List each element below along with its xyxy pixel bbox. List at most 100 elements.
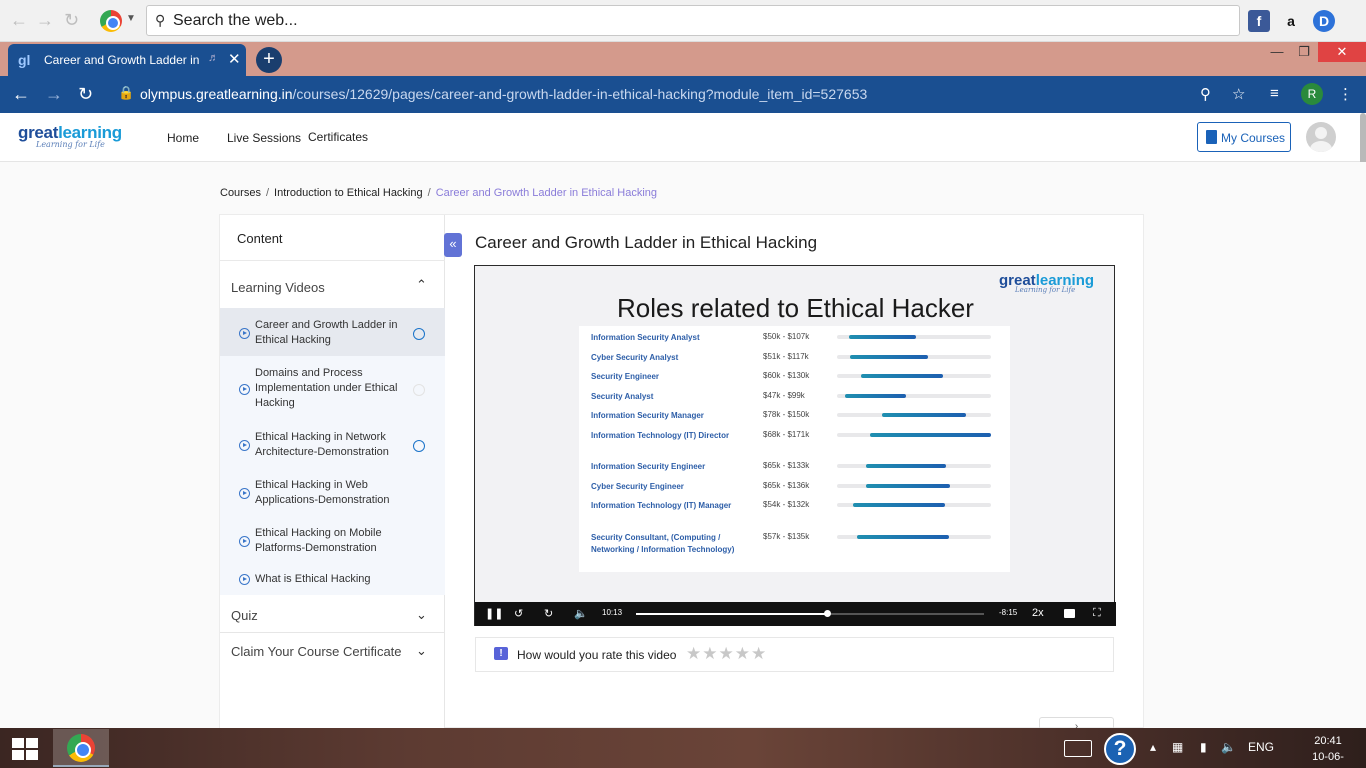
language-indicator[interactable]: ENG [1248, 740, 1274, 754]
back-icon[interactable]: ← [12, 84, 30, 105]
bookmark-star-icon[interactable]: ☆ [1232, 85, 1245, 103]
chevron-down-icon: ⌄ [416, 607, 427, 622]
salary-range: $54k - $132k [763, 500, 810, 509]
play-circle-icon [239, 440, 250, 451]
video-item[interactable]: Ethical Hacking in Network Architecture-… [220, 422, 445, 468]
salary-range: $47k - $99k [763, 391, 805, 400]
menu-kebab-icon[interactable]: ⋮ [1338, 85, 1353, 103]
video-item[interactable]: What is Ethical Hacking [220, 566, 445, 594]
video-item[interactable]: Career and Growth Ladder in Ethical Hack… [220, 308, 445, 356]
web-search-input[interactable]: ⚲ Search the web... [146, 5, 1240, 36]
reload-icon[interactable]: ↻ [78, 84, 93, 105]
section-certificate[interactable]: Claim Your Course Certificate ⌄ [220, 633, 445, 668]
volume-tray-icon[interactable]: 🔈 [1221, 740, 1236, 754]
user-avatar[interactable] [1306, 122, 1336, 152]
network-icon[interactable]: ▦ [1172, 740, 1183, 754]
nav-certificates[interactable]: Certificates [308, 130, 368, 144]
salary-track [837, 464, 991, 468]
rewind-icon[interactable]: ↺ [514, 607, 523, 620]
salary-bar [848, 335, 916, 339]
search-toolbar: ← → ↻ ▼ ⚲ Search the web... f a D [0, 0, 1366, 42]
video-title: Domains and Process Implementation under… [255, 367, 398, 409]
speed-button[interactable]: 2x [1032, 607, 1044, 619]
url-path: /courses/12629/pages/career-and-growth-l… [292, 86, 868, 102]
breadcrumb-course[interactable]: Introduction to Ethical Hacking [274, 187, 423, 199]
breadcrumb-courses[interactable]: Courses [220, 187, 261, 199]
forward-icon[interactable]: → [45, 84, 63, 105]
role-name: Information Technology (IT) Manager [591, 501, 732, 510]
salary-track [837, 394, 991, 398]
salary-bar [866, 484, 950, 488]
fullscreen-icon[interactable]: ⛶ [1093, 607, 1101, 620]
seek-handle[interactable] [824, 610, 832, 617]
seek-bar[interactable] [636, 610, 984, 617]
minimize-icon[interactable]: — [1262, 44, 1292, 59]
profile-avatar[interactable]: R [1301, 83, 1323, 105]
chrome-logo-icon[interactable] [100, 10, 122, 32]
reload-icon[interactable]: ↻ [64, 10, 79, 31]
salary-track [837, 355, 991, 359]
breadcrumb-separator: / [265, 187, 270, 199]
facebook-icon[interactable]: f [1248, 10, 1270, 32]
play-circle-icon [239, 574, 250, 585]
clock[interactable]: 20:41 10-06-2020 [1300, 733, 1356, 768]
video-item[interactable]: Domains and Process Implementation under… [220, 358, 445, 418]
rating-prompt: How would you rate this video [517, 648, 677, 662]
taskbar-chrome-button[interactable] [53, 729, 109, 767]
close-tab-icon[interactable]: ✕ [228, 50, 241, 68]
video-item[interactable]: Ethical Hacking in Web Applications-Demo… [220, 470, 445, 516]
section-label: Learning Videos [231, 280, 325, 295]
role-name: Security Engineer [591, 372, 660, 381]
forward-icon[interactable]: ↻ [544, 607, 553, 620]
section-learning-videos[interactable]: Learning Videos ⌃ [220, 269, 445, 304]
amazon-icon[interactable]: a [1280, 10, 1302, 32]
video-controls: ❚❚ ↺ ↻ 🔈 10:13 -8:15 2x ⛶ [475, 602, 1116, 626]
tab-current[interactable]: gl Career and Growth Ladder in ♬ ✕ [8, 44, 246, 76]
zoom-icon[interactable]: ⚲ [1200, 85, 1211, 103]
role-name: Information Technology (IT) Director [591, 431, 730, 440]
salary-track [837, 413, 991, 417]
dashlane-icon[interactable]: D [1313, 10, 1335, 32]
media-queue-icon[interactable]: ≡ [1270, 85, 1279, 102]
close-window-icon[interactable]: ✕ [1318, 42, 1366, 62]
speaker-icon[interactable]: ♬ [208, 52, 219, 64]
rating-box: ! How would you rate this video ★★★★★ [475, 637, 1114, 672]
rating-stars[interactable]: ★★★★★ [686, 644, 767, 664]
section-quiz[interactable]: Quiz ⌄ [220, 597, 445, 632]
keyboard-icon[interactable] [1064, 740, 1092, 757]
restore-icon[interactable]: ❐ [1289, 44, 1319, 60]
battery-icon[interactable]: ▮ [1200, 740, 1207, 754]
captions-icon[interactable] [1064, 609, 1075, 618]
back-arrow-icon[interactable]: ← [10, 10, 28, 31]
volume-icon[interactable]: 🔈 [574, 607, 588, 620]
next-button[interactable]: › [1039, 717, 1114, 728]
nav-live-sessions[interactable]: Live Sessions [227, 131, 301, 145]
video-item[interactable]: Ethical Hacking on Mobile Platforms-Demo… [220, 518, 445, 564]
video-logo: greatlearning Learning for Life [999, 272, 1094, 294]
nav-home[interactable]: Home [167, 131, 199, 145]
tray-chevron-icon[interactable]: ▴ [1150, 740, 1156, 754]
salary-track [837, 535, 991, 539]
caret-down-icon[interactable]: ▼ [126, 13, 136, 24]
video-player[interactable]: greatlearning Learning for Life Roles re… [474, 265, 1116, 626]
salary-range: $60k - $130k [763, 371, 810, 380]
pause-icon[interactable]: ❚❚ [485, 607, 503, 620]
windows-start-icon[interactable] [12, 738, 38, 760]
role-name: Cyber Security Engineer [591, 482, 684, 491]
roles-salary-table: Information Security Analyst $50k - $107k… [579, 326, 1010, 572]
sidebar-header: Content [220, 215, 445, 261]
my-courses-button[interactable]: My Courses [1197, 122, 1291, 152]
video-title: Ethical Hacking on Mobile Platforms-Demo… [255, 527, 382, 554]
greatlearning-logo[interactable]: greatlearning Learning for Life [18, 123, 122, 149]
forward-arrow-icon[interactable]: → [36, 10, 54, 31]
help-icon[interactable]: ? [1104, 733, 1136, 765]
new-tab-button[interactable]: + [256, 47, 282, 73]
collapse-sidebar-button[interactable]: « [444, 233, 462, 257]
lock-icon[interactable]: 🔒 [118, 85, 134, 101]
seek-progress [636, 613, 828, 615]
salary-track [837, 433, 991, 437]
course-sidebar: Content Learning Videos ⌃ Career and Gro… [220, 215, 445, 728]
url-field[interactable]: olympus.greatlearning.in/courses/12629/p… [140, 86, 867, 102]
video-title: Ethical Hacking in Web Applications-Demo… [255, 479, 390, 506]
play-circle-icon [239, 328, 250, 339]
